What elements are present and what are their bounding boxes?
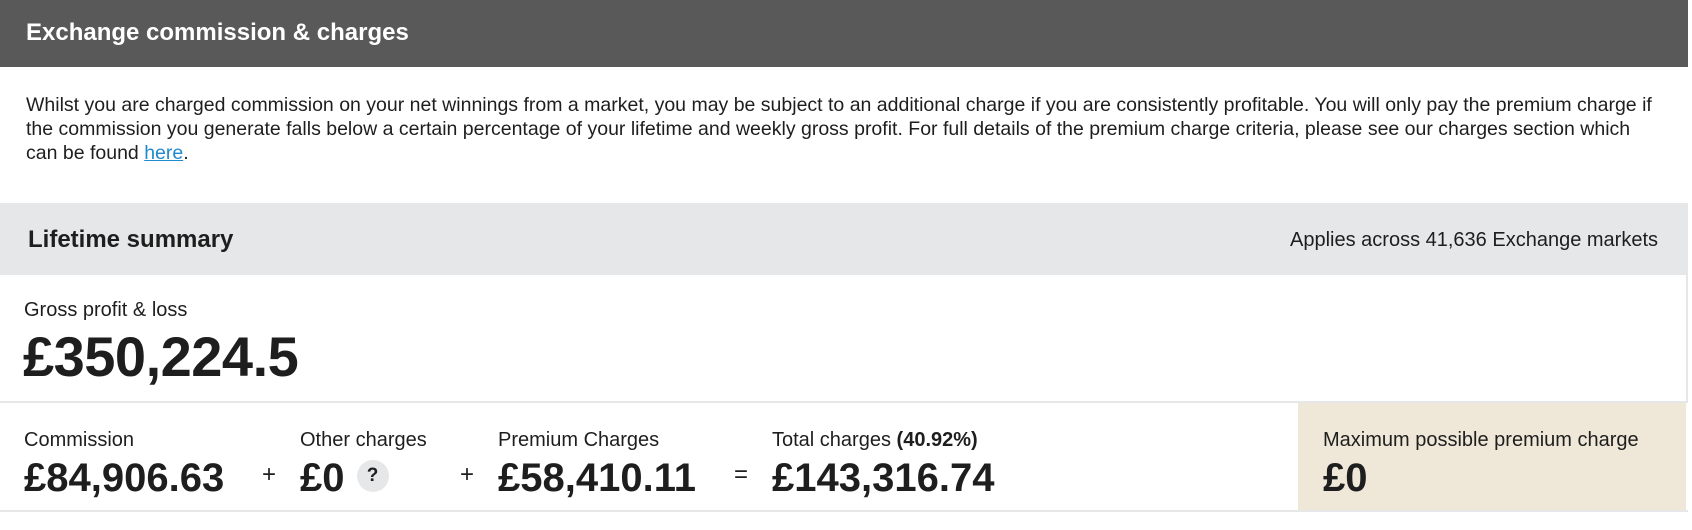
commission-value: £84,906.63: [24, 456, 225, 500]
intro-text: Whilst you are charged commission on you…: [26, 93, 1666, 165]
total-charges-value: £143,316.74: [772, 456, 995, 500]
total-charges-label-row: Total charges (40.92%): [772, 427, 994, 453]
intro-text-end: .: [183, 142, 189, 164]
charges-link[interactable]: here: [144, 142, 183, 164]
panel-header: Exchange commission & charges: [0, 0, 1688, 67]
max-premium-metric: Maximum possible premium charge £0: [1323, 427, 1639, 501]
help-icon[interactable]: ?: [356, 460, 389, 493]
gross-profit-block: Gross profit & loss £350,224.5: [0, 275, 1688, 401]
lifetime-summary-bar: Lifetime summary Applies across 41,636 E…: [0, 203, 1688, 275]
premium-charges-label: Premium Charges: [498, 429, 660, 451]
charges-row: Commission £84,906.63 + Other charges £0…: [0, 401, 1688, 512]
panel-title: Exchange commission & charges: [26, 19, 409, 46]
other-charges-value: £0: [300, 456, 345, 500]
total-charges-metric: Total charges (40.92%) £143,316.74: [772, 427, 994, 501]
plus-operator-2: +: [460, 461, 475, 488]
commission-label: Commission: [24, 429, 135, 451]
total-charges-label: Total charges: [772, 429, 891, 451]
other-charges-metric: Other charges £0?: [300, 427, 427, 501]
gross-profit-value: £350,224.5: [23, 325, 299, 388]
other-charges-value-row: £0?: [300, 455, 427, 501]
premium-charges-metric: Premium Charges £58,410.11: [498, 427, 696, 501]
max-premium-box: Maximum possible premium charge £0: [1298, 403, 1686, 510]
total-charges-percentage: (40.92%): [896, 429, 978, 451]
gross-profit-label: Gross profit & loss: [24, 299, 188, 321]
intro-text-body: Whilst you are charged commission on you…: [26, 94, 1652, 164]
premium-charges-value: £58,410.11: [498, 456, 696, 500]
plus-operator: +: [262, 461, 277, 488]
commission-panel: Exchange commission & charges Whilst you…: [0, 0, 1692, 530]
max-premium-value: £0: [1323, 456, 1368, 500]
equals-operator: =: [734, 461, 749, 488]
markets-count-note: Applies across 41,636 Exchange markets: [1290, 229, 1658, 251]
commission-metric: Commission £84,906.63: [24, 427, 224, 501]
lifetime-summary-title: Lifetime summary: [28, 226, 234, 253]
other-charges-label: Other charges: [300, 429, 427, 451]
max-premium-label: Maximum possible premium charge: [1323, 429, 1639, 451]
